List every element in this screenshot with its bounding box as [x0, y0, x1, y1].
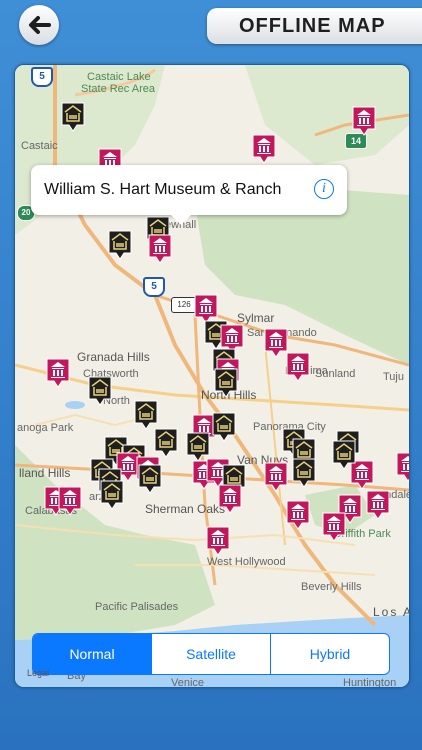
info-icon[interactable]: i	[314, 179, 334, 199]
map-label-state-rec-area: State Rec Area	[81, 83, 155, 95]
map-label-huntington: Huntington	[343, 677, 397, 688]
map-label-tujunga: Tuju	[383, 371, 404, 383]
hotel-marker-icon[interactable]	[60, 101, 86, 133]
hotel-marker-icon[interactable]	[137, 463, 163, 495]
hotel-marker-icon[interactable]	[99, 479, 125, 511]
museum-marker-icon[interactable]	[217, 483, 243, 515]
hotel-marker-icon[interactable]	[331, 439, 357, 471]
bottom-bar	[0, 700, 422, 750]
page-title: OFFLINE MAP	[207, 8, 422, 44]
museum-marker-icon[interactable]	[395, 451, 409, 483]
map-type-hybrid[interactable]: Hybrid	[270, 634, 389, 674]
back-arrow-icon	[29, 16, 51, 34]
museum-marker-icon[interactable]	[285, 499, 311, 531]
back-button[interactable]	[19, 5, 59, 45]
museum-marker-icon[interactable]	[251, 133, 277, 165]
highway-5-shield: 5	[143, 277, 165, 297]
top-bar: OFFLINE MAP	[0, 0, 422, 56]
map-callout[interactable]: William S. Hart Museum & Ranch i	[31, 165, 347, 225]
hotel-marker-icon[interactable]	[213, 367, 239, 399]
map-label-los-angeles: Los A	[373, 605, 410, 619]
map-label-pacific-palisades: Pacific Palisades	[95, 601, 179, 613]
map-label-sherman-oaks: Sherman Oaks	[145, 502, 226, 516]
hotel-marker-icon[interactable]	[291, 457, 317, 489]
hotel-marker-icon[interactable]	[107, 229, 133, 261]
map-label-west-hollywood: West Hollywood	[207, 556, 286, 568]
legal-link[interactable]: Legal	[27, 668, 49, 678]
hotel-marker-icon[interactable]	[87, 375, 113, 407]
map-label-sunland: Sunland	[315, 368, 356, 380]
museum-marker-icon[interactable]	[45, 357, 71, 389]
museum-marker-icon[interactable]	[263, 461, 289, 493]
map-label-granada-hills: Granada Hills	[77, 350, 150, 364]
map-label-canoga-park: anoga Park	[17, 422, 74, 434]
map-label-beverly-hills: Beverly Hills	[301, 581, 362, 593]
museum-marker-icon[interactable]	[351, 105, 377, 137]
hotel-marker-icon[interactable]	[211, 411, 237, 443]
museum-marker-icon[interactable]	[285, 351, 311, 383]
map-type-segmented-control[interactable]: Normal Satellite Hybrid	[32, 633, 390, 675]
map-label-venice: Venice	[171, 677, 205, 688]
museum-marker-icon[interactable]	[147, 233, 173, 265]
museum-marker-icon[interactable]	[365, 489, 391, 521]
museum-marker-icon[interactable]	[57, 485, 83, 517]
map-label-castaic: Castaic	[21, 140, 58, 152]
map-label-woodland-hills: lland Hills	[19, 466, 71, 480]
map-type-normal[interactable]: Normal	[33, 634, 151, 674]
highway-5-shield-top: 5	[31, 67, 53, 87]
callout-title: William S. Hart Museum & Ranch	[44, 181, 282, 198]
museum-marker-icon[interactable]	[205, 525, 231, 557]
museum-marker-icon[interactable]	[321, 511, 347, 543]
map-type-satellite[interactable]: Satellite	[151, 634, 270, 674]
map-view[interactable]: Castaic Lake State Rec Area Castaic ewha…	[14, 64, 410, 688]
map-label-castaic-lake: Castaic Lake	[87, 71, 151, 83]
